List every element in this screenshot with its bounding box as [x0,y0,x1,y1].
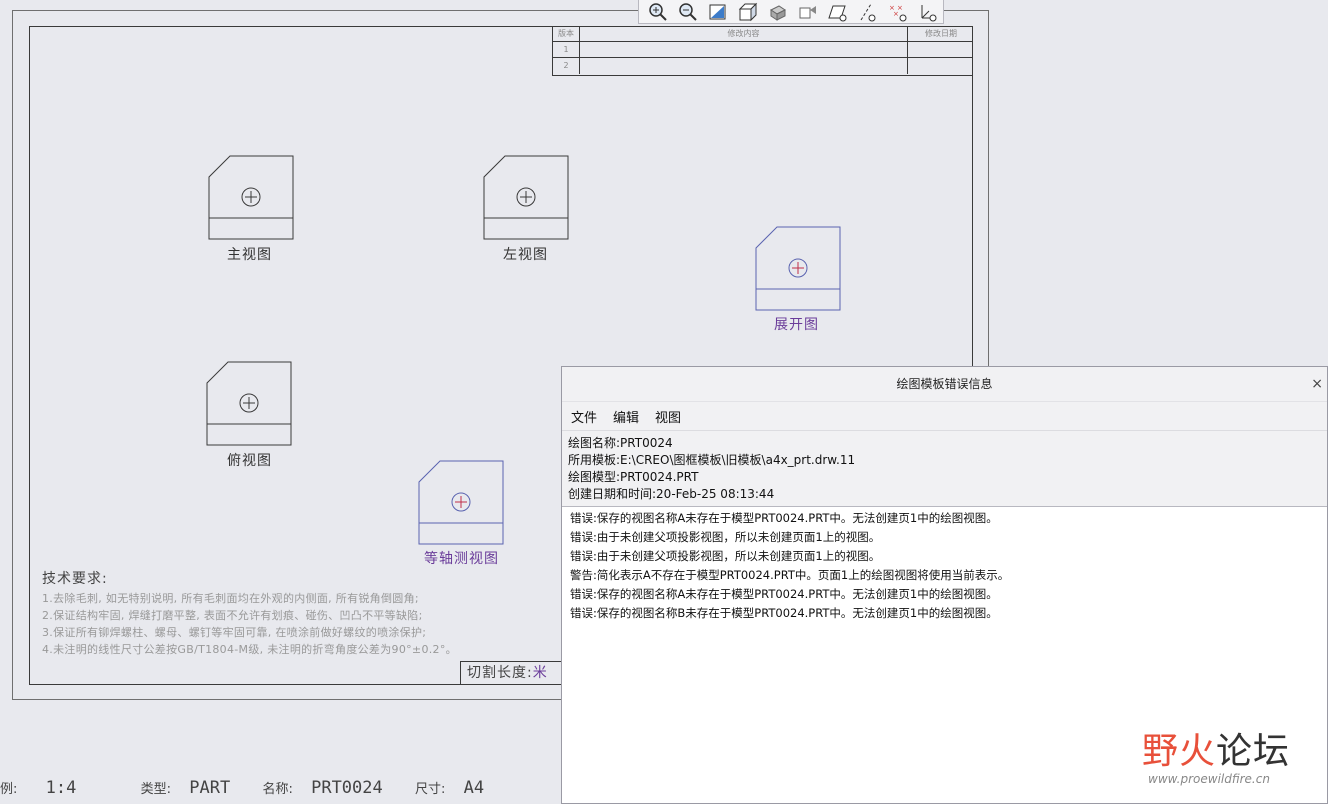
drawing-model-info: 绘图模型:PRT0024.PRT [568,470,699,484]
datum-plane-icon[interactable] [825,1,851,23]
cut-length-label: 切割长度: [467,665,533,681]
size-value: A4 [463,778,485,798]
dialog-title-bar[interactable]: 绘图模板错误信息 × [562,367,1327,402]
revision-row: 1 [553,42,973,58]
datum-axis-icon[interactable] [855,1,881,23]
technical-requirements: 技术要求: 1.去除毛刺, 如无特别说明, 所有毛刺面均在外观的内侧面, 所有锐… [42,568,457,658]
watermark-logo: 野火论坛 [1142,731,1291,772]
zoom-out-icon[interactable] [675,1,701,23]
front-view-label: 主视图 [227,247,272,263]
revision-header-date: 修改日期 [925,29,957,38]
dialog-info-panel: 绘图名称:PRT0024 所用模板:E:\CREO\图框模板\旧模板\a4x_p… [562,431,1327,507]
log-entry: 错误:保存的视图名称A未存在于模型PRT0024.PRT中。无法创建页1中的绘图… [570,511,998,525]
cut-length-value: 米 [532,665,548,681]
graphics-toolbar: × × × [638,0,944,24]
technical-requirement-line: 1.去除毛刺, 如无特别说明, 所有毛刺面均在外观的内侧面, 所有锐角倒圆角; [42,592,419,605]
close-icon[interactable]: × [1311,367,1323,401]
revision-row-date [908,58,974,74]
log-entry: 错误:由于未创建父项投影视图，所以未创建页面1上的视图。 [570,549,881,563]
scale-value: 1:4 [45,778,77,798]
zoom-in-icon[interactable] [645,1,671,23]
technical-requirements-title: 技术要求: [42,571,108,587]
isometric-view[interactable] [415,457,507,549]
revision-header-content: 修改内容 [580,26,908,41]
dialog-menu-bar: 文件 编辑 视图 [562,402,1327,431]
revision-header-row: 版本 修改内容 修改日期 [553,26,973,42]
menu-file[interactable]: 文件 [571,407,597,426]
datum-point-icon[interactable]: × × × [885,1,911,23]
forum-watermark: 野火论坛 www.proewildfire.cn [1142,722,1290,786]
left-view-label: 左视图 [503,247,548,263]
watermark-url: www.proewildfire.cn [1148,772,1270,786]
left-view[interactable] [480,152,572,244]
name-value: PRT0024 [311,778,383,798]
scale-label: 例: [0,782,18,797]
log-entry: 错误:保存的视图名称B未存在于模型PRT0024.PRT中。无法创建页1中的绘图… [570,606,998,620]
name-label: 名称: [262,782,293,797]
refit-icon[interactable] [705,1,731,23]
saved-orientation-icon[interactable] [765,1,791,23]
dialog-title: 绘图模板错误信息 [896,377,993,391]
isometric-view-label: 等轴测视图 [424,551,499,567]
revision-row-date [908,42,974,57]
log-entry: 错误:保存的视图名称A未存在于模型PRT0024.PRT中。无法创建页1中的绘图… [570,587,998,601]
front-view[interactable] [205,152,297,244]
technical-requirement-line: 4.未注明的线性尺寸公差按GB/T1804-M级, 未注明的折弯角度公差为90°… [42,643,457,656]
flat-pattern-view[interactable] [752,223,844,315]
log-entry: 警告:简化表示A不存在于模型PRT0024.PRT中。页面1上的绘图视图将使用当… [570,568,1010,582]
top-view[interactable] [203,358,295,450]
log-entry: 错误:由于未创建父项投影视图，所以未创建页面1上的视图。 [570,530,881,544]
creation-date-info: 创建日期和时间:20-Feb-25 08:13:44 [568,487,775,501]
view-manager-icon[interactable] [795,1,821,23]
revision-table: 版本 修改内容 修改日期 1 2 [552,26,973,76]
template-path-info: 所用模板:E:\CREO\图框模板\旧模板\a4x_prt.drw.11 [568,453,856,467]
error-log-list[interactable]: 错误:保存的视图名称A未存在于模型PRT0024.PRT中。无法创建页1中的绘图… [562,507,1327,625]
revision-row: 2 [553,58,973,74]
type-label: 类型: [140,782,171,797]
drawing-status-bar: 例: 1:4 类型: PART 名称: PRT0024 尺寸: A4 [0,778,484,798]
drawing-name-info: 绘图名称:PRT0024 [568,436,673,450]
technical-requirement-line: 2.保证结构牢固, 焊缝打磨平整, 表面不允许有划痕、碰伤、凹凸不平等缺陷; [42,609,423,622]
type-value: PART [189,778,231,798]
svg-text:×: × [893,10,899,18]
revision-row-number: 1 [553,42,580,57]
cut-length-cell: 切割长度:米 [460,661,570,685]
csys-icon[interactable] [915,1,941,23]
size-label: 尺寸: [415,782,446,797]
revision-row-content [580,58,908,74]
menu-view[interactable]: 视图 [655,407,681,426]
menu-edit[interactable]: 编辑 [613,407,639,426]
flat-pattern-view-label: 展开图 [774,317,819,333]
revision-row-content [580,42,908,57]
revision-header-version: 版本 [553,26,580,41]
technical-requirement-line: 3.保证所有铆焊螺柱、螺母、螺钉等牢固可靠, 在喷涂前做好螺纹的喷涂保护; [42,626,427,639]
top-view-label: 俯视图 [227,453,272,469]
revision-row-number: 2 [553,58,580,74]
display-style-icon[interactable] [735,1,761,23]
